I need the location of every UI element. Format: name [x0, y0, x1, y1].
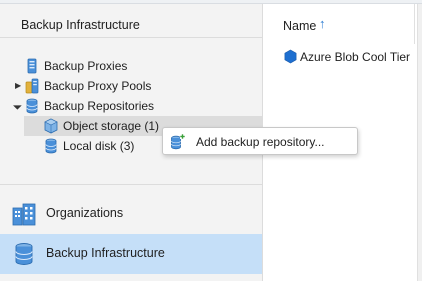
collapse-arrow-icon[interactable]: ◢ — [12, 100, 25, 113]
menu-item-add-backup-repository[interactable]: Add backup repository... — [163, 128, 359, 156]
table-row[interactable]: Azure Blob Cool Tier — [264, 46, 414, 66]
nav-item-label: Backup Infrastructure — [46, 246, 165, 260]
tree-item-backup-repositories[interactable]: ◢ Backup Repositories — [0, 96, 262, 116]
column-header-label: Name — [283, 19, 317, 33]
expand-arrow-icon[interactable]: ▶ — [15, 81, 23, 91]
tree-item-backup-proxies[interactable]: Backup Proxies — [0, 56, 262, 76]
row-label: Azure Blob Cool Tier — [300, 50, 411, 64]
database-icon — [45, 138, 57, 154]
menu-item-label: Add backup repository... — [196, 135, 325, 149]
vertical-scrollbar[interactable] — [417, 4, 422, 281]
nav-item-backup-infrastructure[interactable]: Backup Infrastructure — [0, 234, 262, 274]
server-icon — [27, 58, 37, 74]
add-repository-icon — [171, 134, 185, 150]
pane-header: Backup Infrastructure — [0, 4, 262, 38]
database-icon — [26, 98, 38, 114]
tree-item-backup-proxy-pools[interactable]: ▶ Backup Proxy Pools — [0, 76, 262, 96]
context-menu: Add backup repository... — [162, 127, 358, 155]
pane-title: Backup Infrastructure — [21, 18, 140, 32]
nav-divider — [0, 184, 262, 185]
sort-ascending-icon: ↑ — [319, 16, 326, 31]
organizations-icon — [12, 203, 36, 226]
tree-item-label: Local disk (3) — [63, 139, 135, 153]
tree-item-label: Backup Proxies — [44, 59, 128, 73]
tree-item-label: Object storage (1) — [63, 119, 160, 133]
tree-item-label: Backup Repositories — [44, 99, 155, 113]
column-separator[interactable] — [414, 4, 415, 44]
nav-item-label: Organizations — [46, 206, 124, 220]
nav-item-organizations[interactable]: Organizations — [0, 194, 262, 234]
column-header-name[interactable]: Name ↑ — [264, 4, 414, 42]
tree-item-label: Backup Proxy Pools — [44, 79, 152, 93]
proxy-pool-icon — [25, 78, 39, 94]
object-storage-icon — [44, 118, 58, 134]
database-icon — [15, 243, 33, 265]
azure-hexagon-icon — [284, 49, 297, 64]
